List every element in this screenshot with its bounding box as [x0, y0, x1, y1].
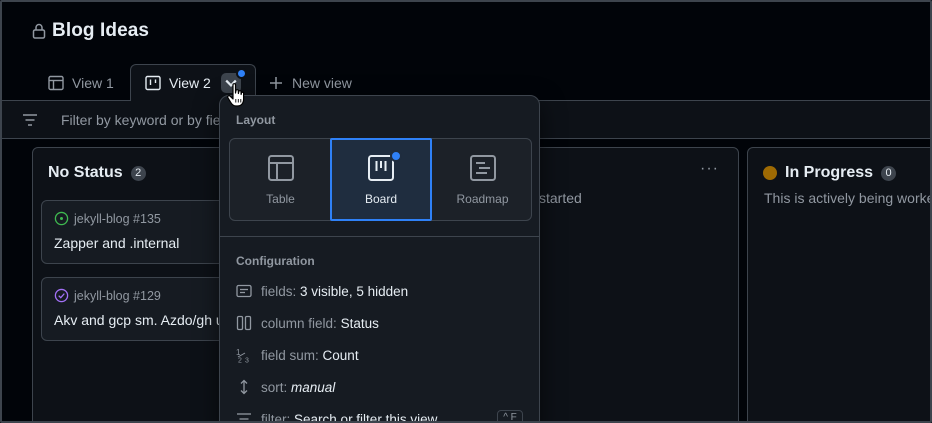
config-key: field sum:	[261, 347, 319, 363]
layout-heading: Layout	[236, 113, 276, 127]
unsaved-changes-dot	[235, 68, 247, 79]
column-title: No Status	[48, 164, 123, 181]
column-description: This is actively being worke	[764, 190, 932, 206]
sum-icon: 12 3	[236, 348, 249, 364]
config-key: column field:	[261, 315, 337, 331]
tab-view-1[interactable]: View 1	[34, 64, 128, 101]
column-count: 0	[881, 165, 897, 181]
column-header: No Status 2	[48, 164, 146, 182]
column-title: In Progress	[785, 164, 874, 181]
project-title: Blog Ideas	[52, 20, 150, 41]
issue-open-icon	[54, 211, 69, 226]
card-title[interactable]: Zapper and .internal	[54, 235, 179, 251]
plus-icon	[270, 76, 282, 89]
config-value: Count	[322, 347, 359, 363]
svg-text:2: 2	[238, 358, 242, 364]
card-repo[interactable]: jekyll-blog #129	[74, 289, 161, 303]
config-column-field[interactable]: column field: Status	[236, 315, 379, 331]
layout-label: Board	[364, 191, 398, 206]
column-more-button[interactable]: ···	[700, 160, 719, 178]
tab-label: View 2	[169, 75, 211, 91]
layout-table-option[interactable]: Table	[230, 139, 331, 220]
fields-icon	[236, 284, 252, 298]
layout-label: Roadmap	[456, 191, 509, 206]
config-value: Status	[340, 315, 379, 331]
config-value: 3 visible, 5 hidden	[300, 283, 409, 299]
column-count: 2	[130, 165, 146, 181]
table-icon	[267, 154, 294, 181]
roadmap-icon	[469, 154, 496, 181]
config-key: sort:	[261, 379, 288, 395]
column-header: In Progress 0	[763, 164, 897, 182]
new-view-label: New view	[292, 74, 352, 91]
card-meta: jekyll-blog #129	[54, 288, 161, 303]
filter-icon	[237, 413, 251, 420]
columns-icon	[236, 315, 252, 331]
sort-icon	[240, 379, 248, 395]
svg-text:3: 3	[245, 358, 249, 364]
card-title[interactable]: Akv and gcp sm. Azdo/gh u	[54, 312, 224, 328]
column-in-progress: In Progress 0 This is actively being wor…	[747, 147, 932, 421]
configuration-heading: Configuration	[236, 254, 315, 268]
layout-label: Table	[266, 191, 295, 206]
config-key: filter:	[261, 411, 291, 423]
project-header: Blog Ideas	[32, 20, 149, 42]
lock-icon	[32, 23, 46, 39]
table-icon	[48, 75, 64, 90]
config-sort[interactable]: sort: manual	[236, 379, 335, 395]
card-meta: jekyll-blog #135	[54, 211, 161, 226]
config-key: fields:	[261, 283, 297, 299]
config-value: Search or filter this view	[294, 411, 438, 423]
layout-board-option[interactable]: Board	[330, 138, 432, 221]
keyboard-shortcut: ^ F	[497, 410, 523, 421]
hand-cursor-icon	[227, 83, 245, 107]
config-filter[interactable]: filter: Search or filter this view	[236, 411, 438, 423]
tab-label: View 1	[72, 74, 114, 91]
board-icon	[145, 75, 161, 91]
layout-selector: Table Board Roadmap	[229, 138, 532, 221]
app-window: Blog Ideas View 1 View 2 New view Filter…	[0, 0, 932, 423]
selected-indicator-dot	[390, 150, 402, 162]
config-fields[interactable]: fields: 3 visible, 5 hidden	[236, 283, 408, 299]
view-options-menu: Layout Table Board Roadmap Configuration…	[219, 95, 540, 423]
issue-closed-icon	[54, 288, 69, 303]
filter-icon	[23, 114, 37, 126]
config-value: manual	[291, 379, 336, 395]
config-field-sum[interactable]: 123 field sum: Count	[236, 347, 359, 364]
menu-divider	[220, 236, 539, 237]
layout-roadmap-option[interactable]: Roadmap	[432, 139, 533, 220]
card-repo[interactable]: jekyll-blog #135	[74, 212, 161, 226]
column-description: started	[539, 190, 582, 206]
filter-input[interactable]: Filter by keyword or by fie	[61, 112, 221, 128]
status-color-dot	[763, 166, 777, 180]
